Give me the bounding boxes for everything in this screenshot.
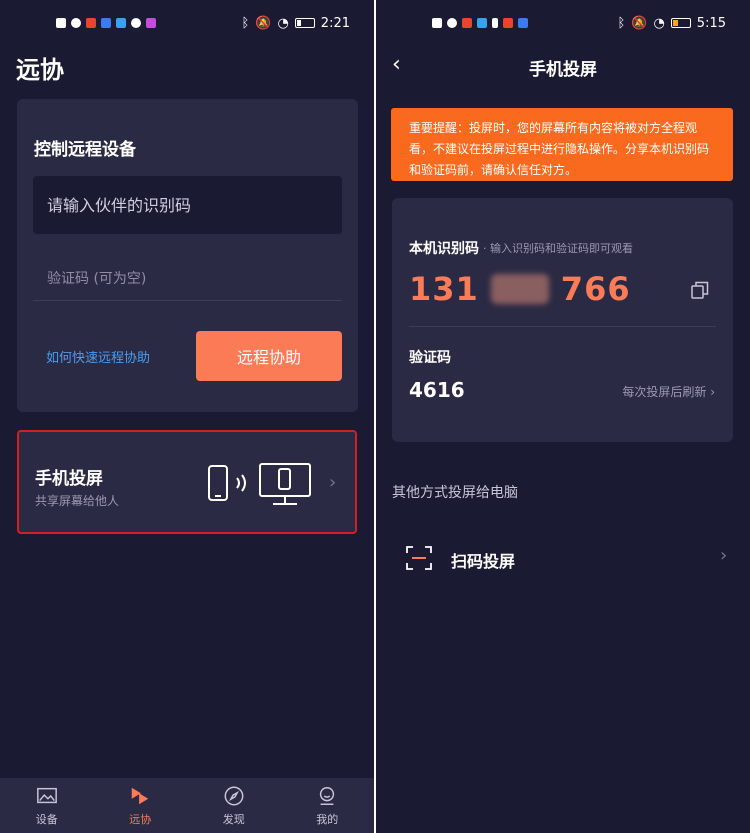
refresh-hint-text: 每次投屏后刷新 [622,385,707,399]
app-notification-icon [503,18,513,28]
speed-icon: ◔ [277,15,289,31]
app-notification-icon [146,18,156,28]
bottom-tab-bar: 设备 远协 发现 我的 [0,778,374,833]
bluetooth-icon: ᛒ [241,15,250,31]
left-screen: ᛒ 🔕 ◔ 2:21 远协 控制远程设备 如何快速远程协助 远程协助 手机投屏 … [0,0,374,833]
tab-label: 设备 [35,812,58,826]
scan-icon [406,546,432,570]
battery-icon [670,18,691,28]
privacy-notice: 重要提醒：投屏时，您的屏幕所有内容将被对方全程观看，不建议在投屏过程中进行隐私操… [391,108,733,181]
remote-assist-icon [132,787,149,804]
remote-assist-button[interactable]: 远程协助 [196,331,342,381]
app-notification-icon [116,18,126,28]
status-time: 2:21 [320,15,350,31]
help-link[interactable]: 如何快速远程协助 [46,347,150,366]
compass-icon [224,786,244,805]
copy-icon[interactable] [690,280,710,300]
alert-icon [56,18,66,28]
device-id-hint: · 输入识别码和验证码即可观看 [483,242,633,255]
cast-card-subtitle: 共享屏幕给他人 [35,494,120,508]
chevron-right-icon: › [720,545,728,566]
notification-icons [56,18,156,28]
app-notification-icon [86,18,96,28]
screen-cast-card[interactable]: 手机投屏 共享屏幕给他人 › [17,430,357,534]
right-screen: ᛒ 🔕 ◔ 5:15 ‹ 手机投屏 重要提醒：投屏时，您的屏幕所有内容将被对方全… [376,0,750,833]
chevron-right-icon: › [710,385,715,399]
app-notification-icon [518,18,528,28]
mute-icon: 🔕 [631,15,648,31]
phone-to-monitor-icon [208,463,311,505]
page-title: 手机投屏 [529,60,597,80]
tab-label: 远协 [129,812,152,826]
app-notification-icon [492,18,498,28]
refresh-hint: 每次投屏后刷新 › [622,383,715,400]
tab-label: 我的 [316,812,339,826]
device-id-prefix: 131 [409,270,479,308]
bluetooth-icon: ᛒ [617,15,626,31]
tab-me[interactable]: 我的 [281,778,375,833]
cast-card-title: 手机投屏 [35,469,103,489]
app-title: 远协 [16,56,64,84]
verify-code-value: 4616 [409,378,465,402]
image-icon [36,787,57,803]
app-notification-icon [462,18,472,28]
mute-icon: 🔕 [255,15,272,31]
tab-discover[interactable]: 发现 [187,778,281,833]
verify-code-input[interactable] [33,257,342,301]
device-id-number: 131 766 [409,270,631,308]
tab-remote-assist[interactable]: 远协 [94,778,188,833]
user-icon [320,786,335,805]
remote-control-card: 控制远程设备 如何快速远程协助 远程协助 [17,99,358,412]
app-notification-icon [101,18,111,28]
alert-icon [432,18,442,28]
app-notification-icon [477,18,487,28]
verify-code-label: 验证码 [409,350,451,366]
speed-icon: ◔ [653,15,665,31]
device-id-suffix: 766 [560,270,631,308]
device-id-card: 本机识别码 · 输入识别码和验证码即可观看 131 766 验证码 4616 每… [392,198,733,442]
status-bar: ᛒ 🔕 ◔ 2:21 [0,0,374,46]
status-right: ᛒ 🔕 ◔ 2:21 [241,16,350,31]
status-right: ᛒ 🔕 ◔ 5:15 [617,16,726,31]
partner-id-input[interactable] [33,176,342,234]
remote-card-title: 控制远程设备 [34,140,136,160]
notification-icons [432,18,528,28]
wifi-icon [71,18,81,28]
battery-icon [294,18,315,28]
other-methods-title: 其他方式投屏给电脑 [392,485,518,501]
app-notification-icon [131,18,141,28]
device-id-blurred [490,274,549,304]
scan-cast-label: 扫码投屏 [451,552,516,571]
chevron-right-icon: › [329,472,337,493]
status-bar: ᛒ 🔕 ◔ 5:15 [376,0,750,46]
divider [409,326,716,327]
wifi-icon [447,18,457,28]
tab-devices[interactable]: 设备 [0,778,94,833]
scan-cast-row[interactable]: 扫码投屏 › [376,530,750,586]
status-time: 5:15 [696,15,726,31]
tab-label: 发现 [222,812,245,826]
device-id-label: 本机识别码 [409,241,479,257]
